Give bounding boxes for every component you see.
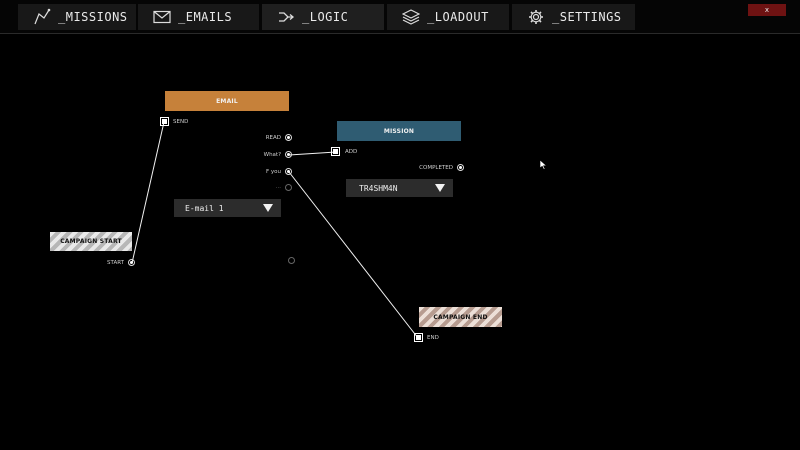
campaign-end-port[interactable] xyxy=(414,333,423,342)
stray-port[interactable] xyxy=(288,257,295,264)
mission-select-dropdown[interactable]: TR4SHM4N xyxy=(346,179,453,197)
wire-what-to-add xyxy=(288,151,337,156)
campaign-end-node-header[interactable]: CAMPAIGN END xyxy=(419,307,502,327)
wire-start-to-send xyxy=(131,121,165,264)
email-what-port[interactable] xyxy=(285,151,292,158)
mission-select-value: TR4SHM4N xyxy=(359,183,398,193)
campaign-end-label: END xyxy=(427,335,439,341)
campaign-start-label: START xyxy=(107,260,124,266)
mission-add-port[interactable] xyxy=(331,147,340,156)
email-what-label: What? xyxy=(263,152,281,158)
email-node-header[interactable]: EMAIL xyxy=(165,91,289,111)
email-select-dropdown[interactable]: E-mail 1 xyxy=(174,199,281,217)
email-empty-port[interactable] xyxy=(285,184,292,191)
mission-completed-label: COMPLETED xyxy=(419,165,453,171)
chevron-down-icon xyxy=(263,204,273,212)
chevron-down-icon xyxy=(435,184,445,192)
mission-node-header[interactable]: MISSION xyxy=(337,121,461,141)
email-send-port[interactable] xyxy=(160,117,169,126)
email-send-label: SEND xyxy=(173,119,189,125)
email-read-label: READ xyxy=(265,135,281,141)
campaign-start-port[interactable] xyxy=(128,259,135,266)
email-fyou-label: F you xyxy=(265,169,281,175)
logic-editor-app: _MISSIONS _EMAILS _LOGIC _LOADOUT _SETTI… xyxy=(0,0,800,450)
email-empty-label: ... xyxy=(275,184,281,190)
campaign-start-node-header[interactable]: CAMPAIGN START xyxy=(50,232,132,251)
email-read-port[interactable] xyxy=(285,134,292,141)
mission-completed-port[interactable] xyxy=(457,164,464,171)
mouse-cursor-icon xyxy=(540,160,548,170)
email-select-value: E-mail 1 xyxy=(185,203,224,213)
connection-wires xyxy=(131,121,419,339)
email-fyou-port[interactable] xyxy=(285,168,292,175)
mission-add-label: ADD xyxy=(345,149,358,155)
